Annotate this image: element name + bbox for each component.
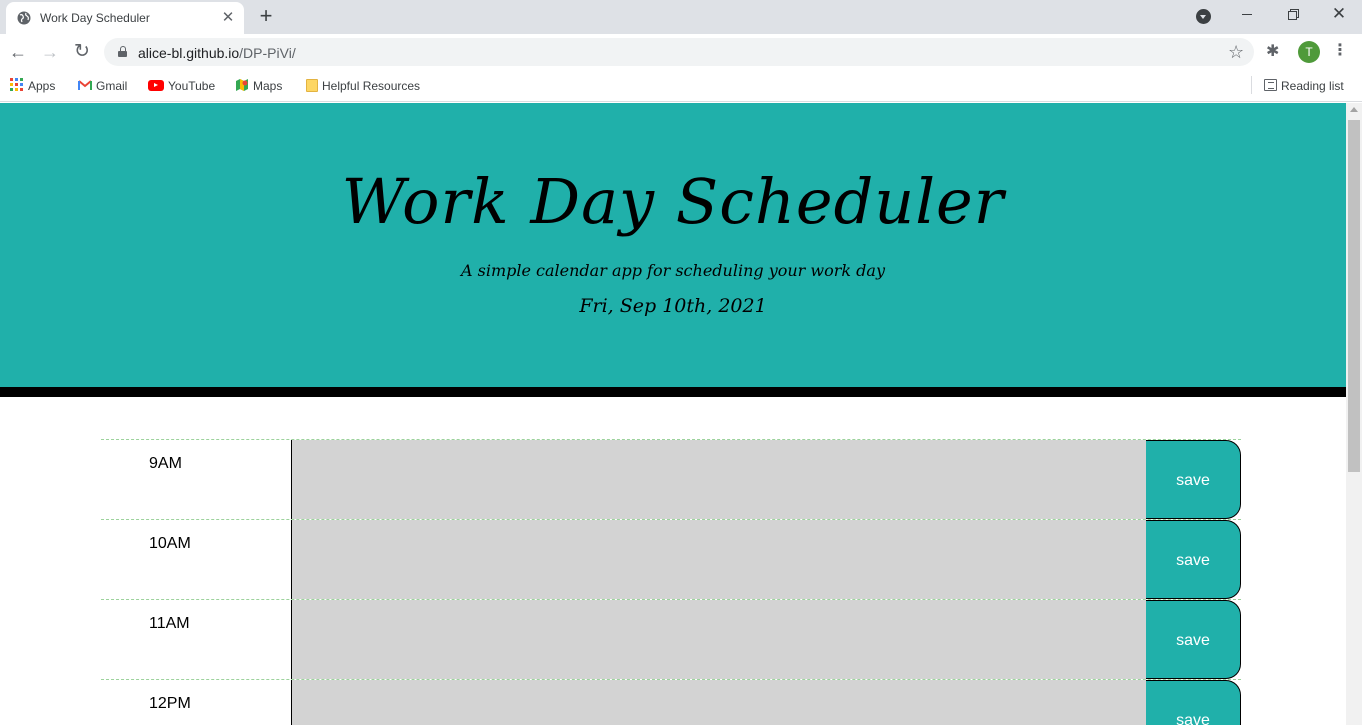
header-jumbotron: Work Day Scheduler A simple calendar app… bbox=[0, 103, 1346, 397]
bookmark-gmail[interactable]: Gmail bbox=[78, 77, 127, 95]
bookmark-apps[interactable]: Apps bbox=[10, 77, 55, 95]
event-description-textarea[interactable] bbox=[291, 440, 1147, 519]
bookmarks-bar: Apps Gmail YouTube Maps Helpful Resource… bbox=[0, 70, 1362, 102]
browser-toolbar: ← → ↻ alice-bl.github.io/DP-PiVi/ ☆ ✱ T … bbox=[0, 34, 1362, 70]
event-description-textarea[interactable] bbox=[291, 680, 1147, 725]
page-subtitle: A simple calendar app for scheduling you… bbox=[460, 261, 885, 280]
gmail-icon bbox=[78, 80, 92, 90]
profile-avatar[interactable]: T bbox=[1298, 41, 1320, 63]
bookmark-maps[interactable]: Maps bbox=[235, 77, 282, 95]
reading-list-icon bbox=[1264, 79, 1277, 91]
url-host: alice-bl.github.io bbox=[138, 45, 240, 61]
page-scrollbar[interactable] bbox=[1346, 103, 1362, 725]
close-tab-icon[interactable]: ✕ bbox=[220, 10, 236, 26]
page-viewport: Work Day Scheduler A simple calendar app… bbox=[0, 103, 1346, 725]
forward-arrow-icon[interactable]: → bbox=[36, 38, 64, 66]
tab-search-icon[interactable] bbox=[1196, 9, 1211, 24]
tab-title: Work Day Scheduler bbox=[40, 11, 150, 25]
lock-icon[interactable] bbox=[118, 46, 127, 57]
scrollbar-thumb[interactable] bbox=[1348, 120, 1360, 472]
youtube-icon bbox=[148, 80, 164, 91]
hour-label: 11AM bbox=[149, 615, 190, 632]
hour-label: 12PM bbox=[149, 695, 191, 712]
bookmark-youtube[interactable]: YouTube bbox=[148, 77, 215, 95]
reading-list-button[interactable]: Reading list bbox=[1264, 77, 1344, 95]
save-button[interactable]: save bbox=[1146, 440, 1241, 519]
minimize-button[interactable] bbox=[1224, 0, 1270, 30]
current-day: Fri, Sep 10th, 2021 bbox=[579, 295, 767, 317]
bookmark-label: Gmail bbox=[96, 79, 128, 93]
event-description-textarea[interactable] bbox=[291, 600, 1147, 679]
bookmarks-divider bbox=[1251, 76, 1252, 94]
bookmark-label: Helpful Resources bbox=[322, 79, 421, 93]
tab-strip: Work Day Scheduler ✕ + ✕ bbox=[0, 0, 1362, 34]
hour-label: 10AM bbox=[149, 535, 191, 552]
time-block-10am: 10AM save bbox=[101, 519, 1241, 599]
scroll-up-arrow-icon[interactable] bbox=[1350, 107, 1358, 112]
extensions-puzzle-icon[interactable]: ✱ bbox=[1266, 42, 1279, 62]
apps-grid-icon bbox=[10, 78, 24, 92]
save-button[interactable]: save bbox=[1146, 680, 1241, 725]
reload-icon[interactable]: ↻ bbox=[68, 38, 96, 66]
time-block-9am: 9AM save bbox=[101, 439, 1241, 519]
restore-button[interactable] bbox=[1270, 0, 1316, 30]
event-description-textarea[interactable] bbox=[291, 520, 1147, 599]
reading-list-label: Reading list bbox=[1281, 79, 1344, 93]
globe-icon bbox=[17, 11, 31, 25]
bookmark-label: Maps bbox=[253, 79, 283, 93]
url-path: /DP-PiVi/ bbox=[239, 45, 296, 61]
page-title: Work Day Scheduler bbox=[341, 165, 1005, 238]
bookmark-folder-helpful-resources[interactable]: Helpful Resources bbox=[306, 77, 420, 95]
bookmark-label: YouTube bbox=[168, 79, 216, 93]
kebab-menu-icon[interactable]: ⋮ bbox=[1332, 42, 1348, 62]
bookmark-star-icon[interactable]: ☆ bbox=[1228, 41, 1244, 63]
maps-icon bbox=[236, 79, 248, 91]
browser-tab[interactable]: Work Day Scheduler ✕ bbox=[6, 2, 244, 34]
back-arrow-icon[interactable]: ← bbox=[4, 38, 32, 66]
url-text[interactable]: alice-bl.github.io/DP-PiVi/ bbox=[138, 45, 296, 61]
hour-label: 9AM bbox=[149, 455, 182, 472]
new-tab-button[interactable]: + bbox=[254, 5, 278, 29]
close-window-button[interactable]: ✕ bbox=[1316, 0, 1362, 30]
save-button[interactable]: save bbox=[1146, 520, 1241, 599]
address-bar[interactable]: alice-bl.github.io/DP-PiVi/ ☆ bbox=[104, 38, 1254, 66]
folder-icon bbox=[306, 79, 318, 92]
save-button[interactable]: save bbox=[1146, 600, 1241, 679]
bookmark-label: Apps bbox=[28, 79, 56, 93]
time-block-11am: 11AM save bbox=[101, 599, 1241, 679]
time-block-12pm: 12PM save bbox=[101, 679, 1241, 725]
